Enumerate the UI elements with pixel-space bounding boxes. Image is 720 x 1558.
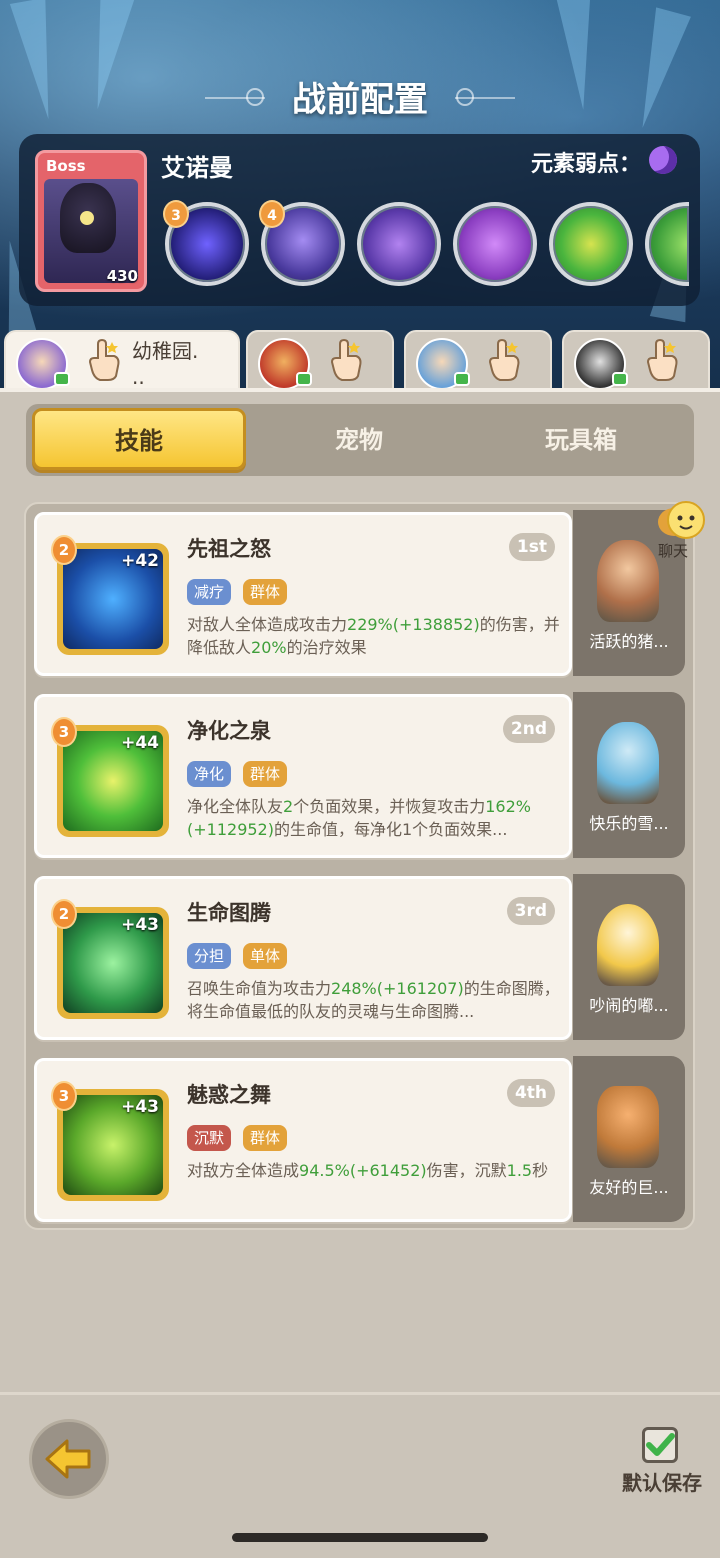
hero-tab-4[interactable]	[562, 330, 710, 390]
boss-portrait-card[interactable]: Boss 430	[35, 150, 147, 292]
tab-skills[interactable]: 技能	[32, 408, 246, 470]
ready-check-icon	[54, 372, 70, 386]
skill-list: 2 +42 先祖之怒 1st 减疗 群体 对敌人全体造成攻击力229%(+138…	[24, 502, 695, 1230]
element-weakness-label: 元素弱点：	[531, 152, 642, 177]
checkmark-icon	[646, 1433, 675, 1456]
skill-card[interactable]: 3 +44 净化之泉 2nd 净化 群体 净化全体队友2个负面效果，并恢复攻击力…	[34, 694, 572, 858]
skill-bonus: +43	[121, 1097, 159, 1117]
boss-skill-orb[interactable]: 4	[259, 200, 345, 286]
skill-tag: 群体	[243, 761, 288, 787]
skill-tag: 减疗	[187, 579, 232, 605]
skill-tag: 群体	[243, 1125, 288, 1151]
tap-hand-icon	[646, 338, 678, 381]
boss-skill-orb[interactable]	[357, 202, 441, 286]
skill-rank: 2nd	[502, 715, 555, 743]
hero-tab-3[interactable]	[404, 330, 552, 390]
boss-name: 艾诺曼	[161, 154, 233, 182]
hourglass-icon[interactable]	[549, 202, 633, 286]
skill-name: 生命图腾	[187, 901, 271, 925]
skill-level-badge: 2	[51, 535, 77, 565]
ready-check-icon	[454, 372, 470, 386]
pet-figure	[597, 1086, 659, 1168]
tap-hand-icon	[488, 338, 520, 381]
skill-tag: 净化	[187, 761, 232, 787]
ready-check-icon	[612, 372, 628, 386]
skill-icon-frame: 2 +43	[51, 899, 169, 1019]
skill-rank: 3rd	[506, 897, 555, 925]
boss-tag: Boss	[46, 157, 86, 175]
skill-rank: 4th	[506, 1079, 555, 1107]
moon-icon	[649, 146, 677, 174]
skill-icon-frame: 3 +43	[51, 1081, 169, 1201]
tap-hand-icon	[88, 338, 120, 381]
skill-tag: 单体	[243, 943, 288, 969]
skill-tag: 分担	[187, 943, 232, 969]
skill-bonus: +43	[121, 915, 159, 935]
pet-name: 快乐的雪...	[589, 814, 669, 833]
skill-card[interactable]: 2 +43 生命图腾 3rd 分担 单体 召唤生命值为攻击力248%(+1612…	[34, 876, 572, 1040]
chat-label: 聊天	[658, 542, 689, 560]
arrow-left-icon	[45, 1439, 91, 1479]
boss-skill-orb-partial[interactable]	[645, 202, 689, 286]
pet-slot[interactable]: 吵闹的嘟...	[573, 874, 685, 1040]
skill-level-badge: 3	[51, 717, 77, 747]
skill-tag: 群体	[243, 579, 288, 605]
page-title: 战前配置	[292, 80, 428, 120]
skill-card[interactable]: 2 +42 先祖之怒 1st 减疗 群体 对敌人全体造成攻击力229%(+138…	[34, 512, 572, 676]
orb-level-badge: 4	[259, 200, 285, 228]
config-panel: 技能 宠物 玩具箱 2 +42 先祖之怒 1st 减疗 群体 对敌人全体造成攻击…	[0, 388, 720, 1392]
default-save-label: 默认保存	[622, 1471, 702, 1495]
boss-level: 430	[106, 267, 138, 285]
boss-skill-orb[interactable]: 3	[163, 200, 249, 286]
home-indicator	[232, 1533, 488, 1542]
pet-figure	[597, 722, 659, 804]
skill-bonus: +42	[121, 551, 159, 571]
skill-description: 净化全体队友2个负面效果，并恢复攻击力162%(+112952)的生命值，每净化…	[187, 797, 531, 839]
skill-name: 先祖之怒	[187, 537, 271, 561]
skill-icon-frame: 2 +42	[51, 535, 169, 655]
pet-figure	[597, 540, 659, 622]
skill-description: 召唤生命值为攻击力248%(+161207)的生命图腾，将生命值最低的队友的灵魂…	[187, 979, 560, 1021]
hero-tab-2[interactable]	[246, 330, 394, 390]
skill-name: 净化之泉	[187, 719, 271, 743]
pet-slot[interactable]: 友好的巨...	[573, 1056, 685, 1222]
tab-pets[interactable]: 宠物	[248, 404, 470, 476]
default-save-checkbox[interactable]	[642, 1427, 678, 1463]
pet-name: 友好的巨...	[589, 1178, 669, 1197]
skill-bonus: +44	[121, 733, 159, 753]
tab-toybox[interactable]: 玩具箱	[470, 404, 692, 476]
skill-card[interactable]: 3 +43 魅惑之舞 4th 沉默 群体 对敌方全体造成94.5%(+61452…	[34, 1058, 572, 1222]
bottom-bar: 默认保存	[0, 1392, 720, 1558]
skill-name: 魅惑之舞	[187, 1083, 271, 1107]
pet-figure	[597, 904, 659, 986]
pet-name: 吵闹的嘟...	[589, 996, 669, 1015]
tap-hand-icon	[330, 338, 362, 381]
hero-tab-1[interactable]: 幼稚园. ..	[4, 330, 240, 390]
skill-level-badge: 3	[51, 1081, 77, 1111]
boss-skill-orb[interactable]	[453, 202, 537, 286]
boss-eye	[80, 211, 94, 225]
category-tabs: 技能 宠物 玩具箱	[26, 404, 694, 476]
orb-level-badge: 3	[163, 200, 189, 228]
pet-slot[interactable]: 快乐的雪...	[573, 692, 685, 858]
hero-name: 幼稚园. ..	[132, 339, 199, 389]
boss-panel: Boss 430 艾诺曼 元素弱点： 3 4	[19, 134, 700, 306]
skill-rank: 1st	[508, 533, 555, 561]
ready-check-icon	[296, 372, 312, 386]
skill-icon-frame: 3 +44	[51, 717, 169, 837]
skill-level-badge: 2	[51, 899, 77, 929]
skill-description: 对敌方全体造成94.5%(+61452)伤害，沉默1.5秒	[187, 1161, 549, 1180]
back-button[interactable]	[29, 1419, 109, 1499]
skill-description: 对敌人全体造成攻击力229%(+138852)的伤害，并降低敌人20%的治疗效果	[187, 615, 560, 657]
pet-name: 活跃的猪...	[589, 632, 669, 651]
skill-tag: 沉默	[187, 1125, 232, 1151]
